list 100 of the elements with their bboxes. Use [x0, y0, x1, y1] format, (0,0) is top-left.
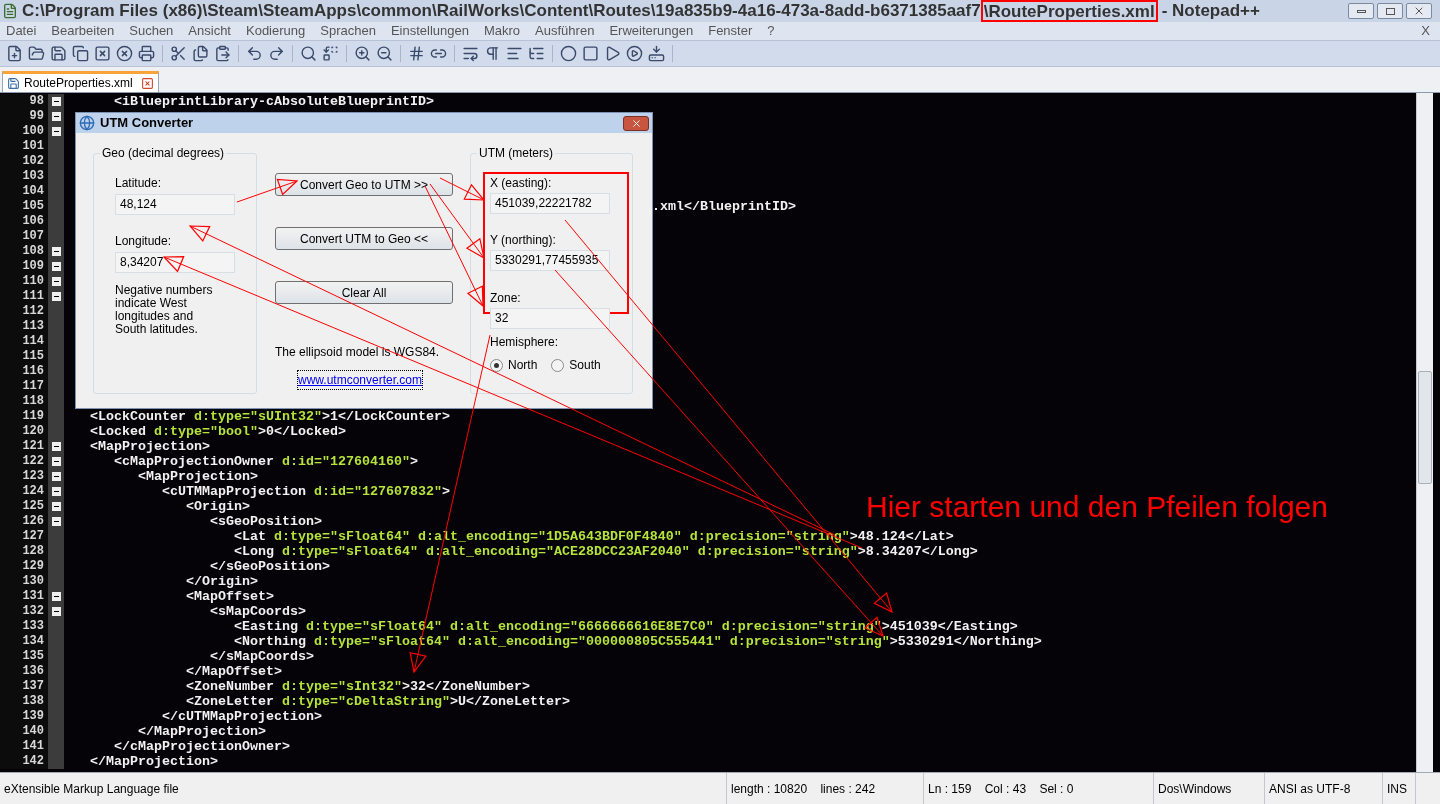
group-legend: UTM (meters) [477, 146, 555, 160]
field-label: Zone: [490, 291, 521, 305]
status-field: Ln : 159 Col : 43 Sel : 0 [924, 773, 1154, 804]
line-number: 119 [0, 409, 48, 424]
search-icon[interactable] [300, 45, 317, 62]
code-line: </sMapCoords> [208, 649, 314, 664]
radio-label[interactable]: North [508, 356, 538, 374]
status-field: Dos\Windows [1154, 773, 1265, 804]
radio-button[interactable] [551, 358, 565, 372]
code-line: <LockCounter d:type="sUInt32">1</LockCounter> [89, 409, 450, 424]
new-file-icon[interactable] [6, 45, 23, 62]
line-number: 100 [0, 124, 48, 139]
close-icon[interactable] [94, 45, 111, 62]
record-icon[interactable] [560, 45, 577, 62]
status-field: ANSI as UTF-8 [1265, 773, 1383, 804]
indent-icon[interactable] [506, 45, 523, 62]
line-number: 109 [0, 259, 48, 274]
line-number: 115 [0, 349, 48, 364]
northing-field[interactable]: 5330291,77455935 [490, 250, 610, 271]
dialog-button[interactable]: Convert UTM to Geo << [275, 227, 453, 250]
window-title-suffix: - Notepad++ [1161, 1, 1260, 21]
code-line: </MapOffset> [184, 664, 282, 679]
maximize-button[interactable] [1377, 3, 1403, 19]
line-number: 98 [0, 94, 48, 109]
redo-icon[interactable] [268, 45, 285, 62]
copy-icon[interactable] [192, 45, 209, 62]
code-line: <iBlueprintLibrary-cAbsoluteBlueprintID> [113, 94, 434, 109]
radio-button[interactable] [490, 358, 503, 372]
line-number: 108 [0, 244, 48, 259]
menu-item[interactable]: Kodierung [246, 23, 306, 39]
menu-item[interactable]: Bearbeiten [51, 23, 115, 39]
dialog-button[interactable]: Clear All [275, 281, 453, 304]
line-number: 138 [0, 694, 48, 709]
line-number: 105 [0, 199, 48, 214]
code-line: </MapProjection> [136, 724, 266, 739]
radio-label[interactable]: South [569, 356, 601, 374]
wrap-icon[interactable] [462, 45, 479, 62]
code-line: .xml</BlueprintID> [651, 199, 796, 214]
line-number: 140 [0, 724, 48, 739]
play-icon[interactable] [604, 45, 621, 62]
menu-item[interactable]: Ausführen [535, 23, 595, 39]
folder-icon[interactable] [28, 45, 45, 62]
menu-item[interactable]: ? [767, 23, 775, 39]
code-line: <ZoneLetter d:type="cDeltaString">U</ZoneLetter> [184, 694, 570, 709]
longitude-field[interactable]: 8,34207 [115, 252, 235, 273]
line-number: 133 [0, 619, 48, 634]
close-icon[interactable] [140, 76, 154, 90]
website-link[interactable]: www.utmconverter.com [297, 370, 424, 390]
code-line: </MapProjection> [89, 754, 218, 769]
menu-item[interactable]: Ansicht [188, 23, 231, 39]
close-all-icon[interactable] [116, 45, 133, 62]
code-line: </cMapProjectionOwner> [113, 739, 290, 754]
zoom-in-icon[interactable] [354, 45, 371, 62]
file-tab[interactable]: RouteProperties.xml [2, 71, 159, 92]
close-button[interactable] [623, 115, 649, 131]
line-number: 101 [0, 139, 48, 154]
grid-icon[interactable] [408, 45, 425, 62]
status-field: INS [1383, 773, 1416, 804]
scissors-icon[interactable] [170, 45, 187, 62]
close-button[interactable] [1406, 3, 1432, 19]
maximize-icon [1385, 7, 1395, 15]
zoom-out-icon[interactable] [376, 45, 393, 62]
minimize-icon [1356, 9, 1366, 13]
line-number: 113 [0, 319, 48, 334]
code-line: </Origin> [184, 574, 258, 589]
menu-item[interactable]: Suchen [129, 23, 174, 39]
annotation-arrow [236, 178, 299, 203]
printer-icon[interactable] [138, 45, 155, 62]
zone-field[interactable]: 32 [490, 308, 610, 329]
code-line: </cUTMMapProjection> [160, 709, 322, 724]
menu-item[interactable]: Erweiterungen [609, 23, 694, 39]
line-number: 130 [0, 574, 48, 589]
code-line: <cUTMMapProjection d:id="127607832"> [160, 484, 450, 499]
play-circle-icon[interactable] [626, 45, 643, 62]
easting-field[interactable]: 451039,22221782 [490, 193, 610, 214]
menu-item[interactable]: Makro [484, 23, 521, 39]
file-icon [7, 76, 20, 90]
undo-icon[interactable] [246, 45, 263, 62]
menu-item[interactable]: Einstellungen [390, 23, 469, 39]
stop-icon[interactable] [582, 45, 599, 62]
menu-item[interactable]: Sprachen [320, 23, 376, 39]
menu-item[interactable]: Datei [6, 23, 37, 39]
minimize-button[interactable] [1348, 3, 1374, 19]
close-document-button[interactable]: X [1421, 21, 1434, 41]
paste-icon[interactable] [214, 45, 231, 62]
line-number: 142 [0, 754, 48, 769]
latitude-field[interactable]: 48,124 [115, 194, 235, 215]
group-legend: Geo (decimal degrees) [100, 146, 227, 160]
notepad-icon [2, 3, 18, 19]
field-label: X (easting): [490, 176, 552, 190]
menu-item[interactable]: Fenster [708, 23, 753, 39]
line-number: 141 [0, 739, 48, 754]
dialog-button[interactable]: Convert Geo to UTM >> [275, 173, 453, 196]
line-number: 120 [0, 424, 48, 439]
field-label: Y (northing): [490, 233, 556, 247]
line-number: 102 [0, 154, 48, 169]
scroll-thumb[interactable] [1418, 371, 1432, 484]
pilcrow-icon[interactable] [484, 45, 501, 62]
scrollbar[interactable] [1416, 93, 1433, 772]
save-icon[interactable] [50, 45, 67, 62]
